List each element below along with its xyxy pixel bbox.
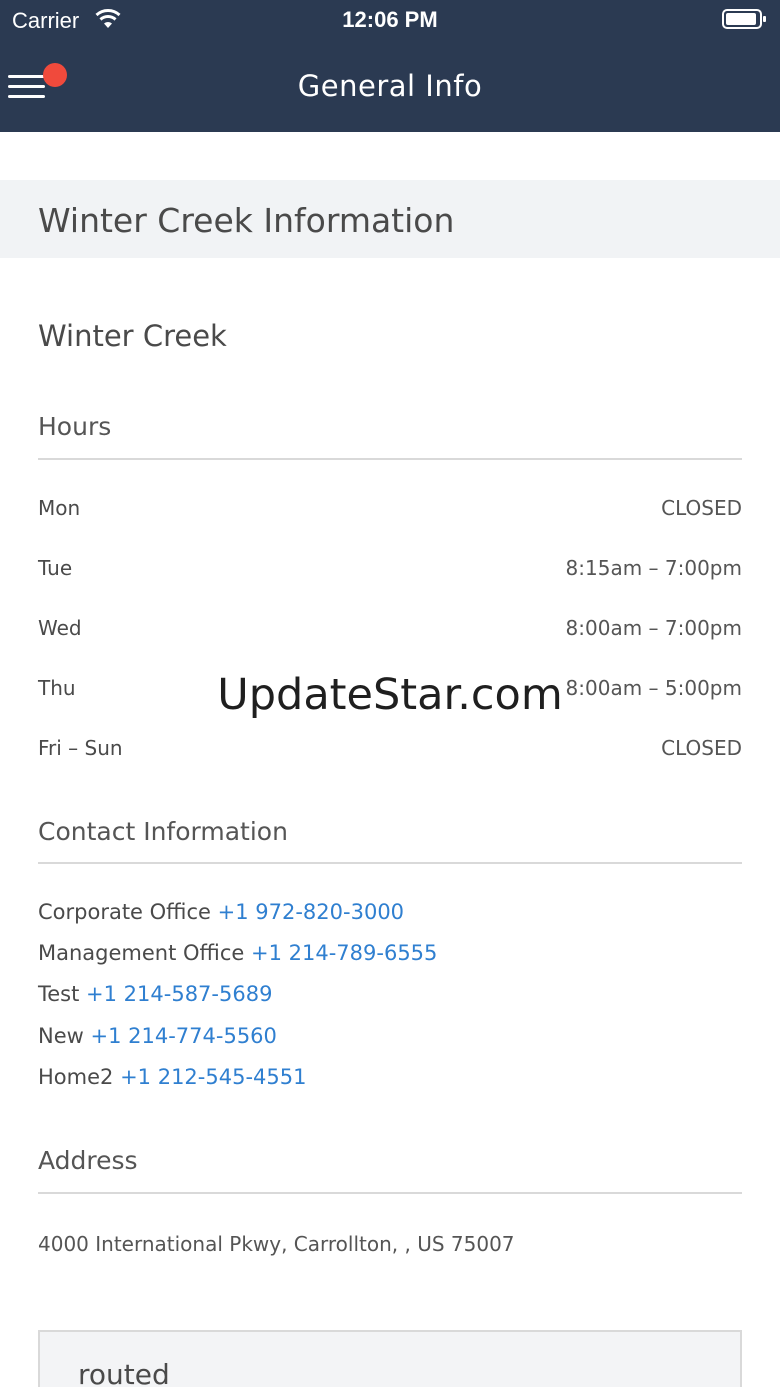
status-bar: Carrier 12:06 PM: [0, 0, 780, 40]
contact-label: Test: [38, 982, 80, 1006]
contact-row: New +1 214-774-5560: [38, 1024, 277, 1048]
hours-value: CLOSED: [661, 736, 742, 760]
hours-day: Fri – Sun: [38, 736, 123, 760]
watermark: UpdateStar.com: [217, 670, 563, 720]
community-name: Winter Creek: [38, 319, 227, 353]
hours-row: Wed 8:00am – 7:00pm: [38, 616, 742, 646]
section-header: Winter Creek Information: [0, 180, 780, 258]
address-heading: Address: [38, 1146, 138, 1175]
section-title: Winter Creek Information: [38, 201, 455, 240]
contact-label: New: [38, 1024, 84, 1048]
hours-value: CLOSED: [661, 496, 742, 520]
hours-value: 8:00am – 7:00pm: [565, 616, 742, 640]
contact-label: Home2: [38, 1065, 114, 1089]
hours-day: Wed: [38, 616, 82, 640]
hours-row: Tue 8:15am – 7:00pm: [38, 556, 742, 586]
hours-row: Mon CLOSED: [38, 496, 742, 526]
hours-divider: [38, 458, 742, 460]
clock: 12:06 PM: [342, 7, 438, 32]
hours-heading: Hours: [38, 412, 112, 441]
phone-link[interactable]: +1 214-774-5560: [91, 1024, 277, 1048]
routed-card[interactable]: routed: [38, 1330, 742, 1387]
hours-day: Mon: [38, 496, 81, 520]
address-divider: [38, 1192, 742, 1194]
hours-row: Fri – Sun CLOSED: [38, 736, 742, 766]
contact-label: Management Office: [38, 941, 245, 965]
address-text: 4000 International Pkwy, Carrollton, , U…: [38, 1232, 515, 1256]
contact-label: Corporate Office: [38, 900, 211, 924]
contact-row: Management Office +1 214-789-6555: [38, 941, 437, 965]
card-title: routed: [78, 1358, 170, 1387]
phone-link[interactable]: +1 972-820-3000: [218, 900, 404, 924]
hours-day: Tue: [38, 556, 73, 580]
contact-divider: [38, 862, 742, 864]
hours-value: 8:15am – 7:00pm: [565, 556, 742, 580]
contact-row: Corporate Office +1 972-820-3000: [38, 900, 404, 924]
contact-row: Home2 +1 212-545-4551: [38, 1065, 306, 1089]
phone-link[interactable]: +1 214-587-5689: [86, 982, 272, 1006]
page-title: General Info: [297, 69, 483, 103]
contact-row: Test +1 214-587-5689: [38, 982, 272, 1006]
phone-link[interactable]: +1 212-545-4551: [120, 1065, 306, 1089]
phone-link[interactable]: +1 214-789-6555: [251, 941, 437, 965]
contact-heading: Contact Information: [38, 817, 288, 846]
battery-icon: [722, 9, 766, 29]
nav-bar: General Info: [0, 40, 780, 132]
